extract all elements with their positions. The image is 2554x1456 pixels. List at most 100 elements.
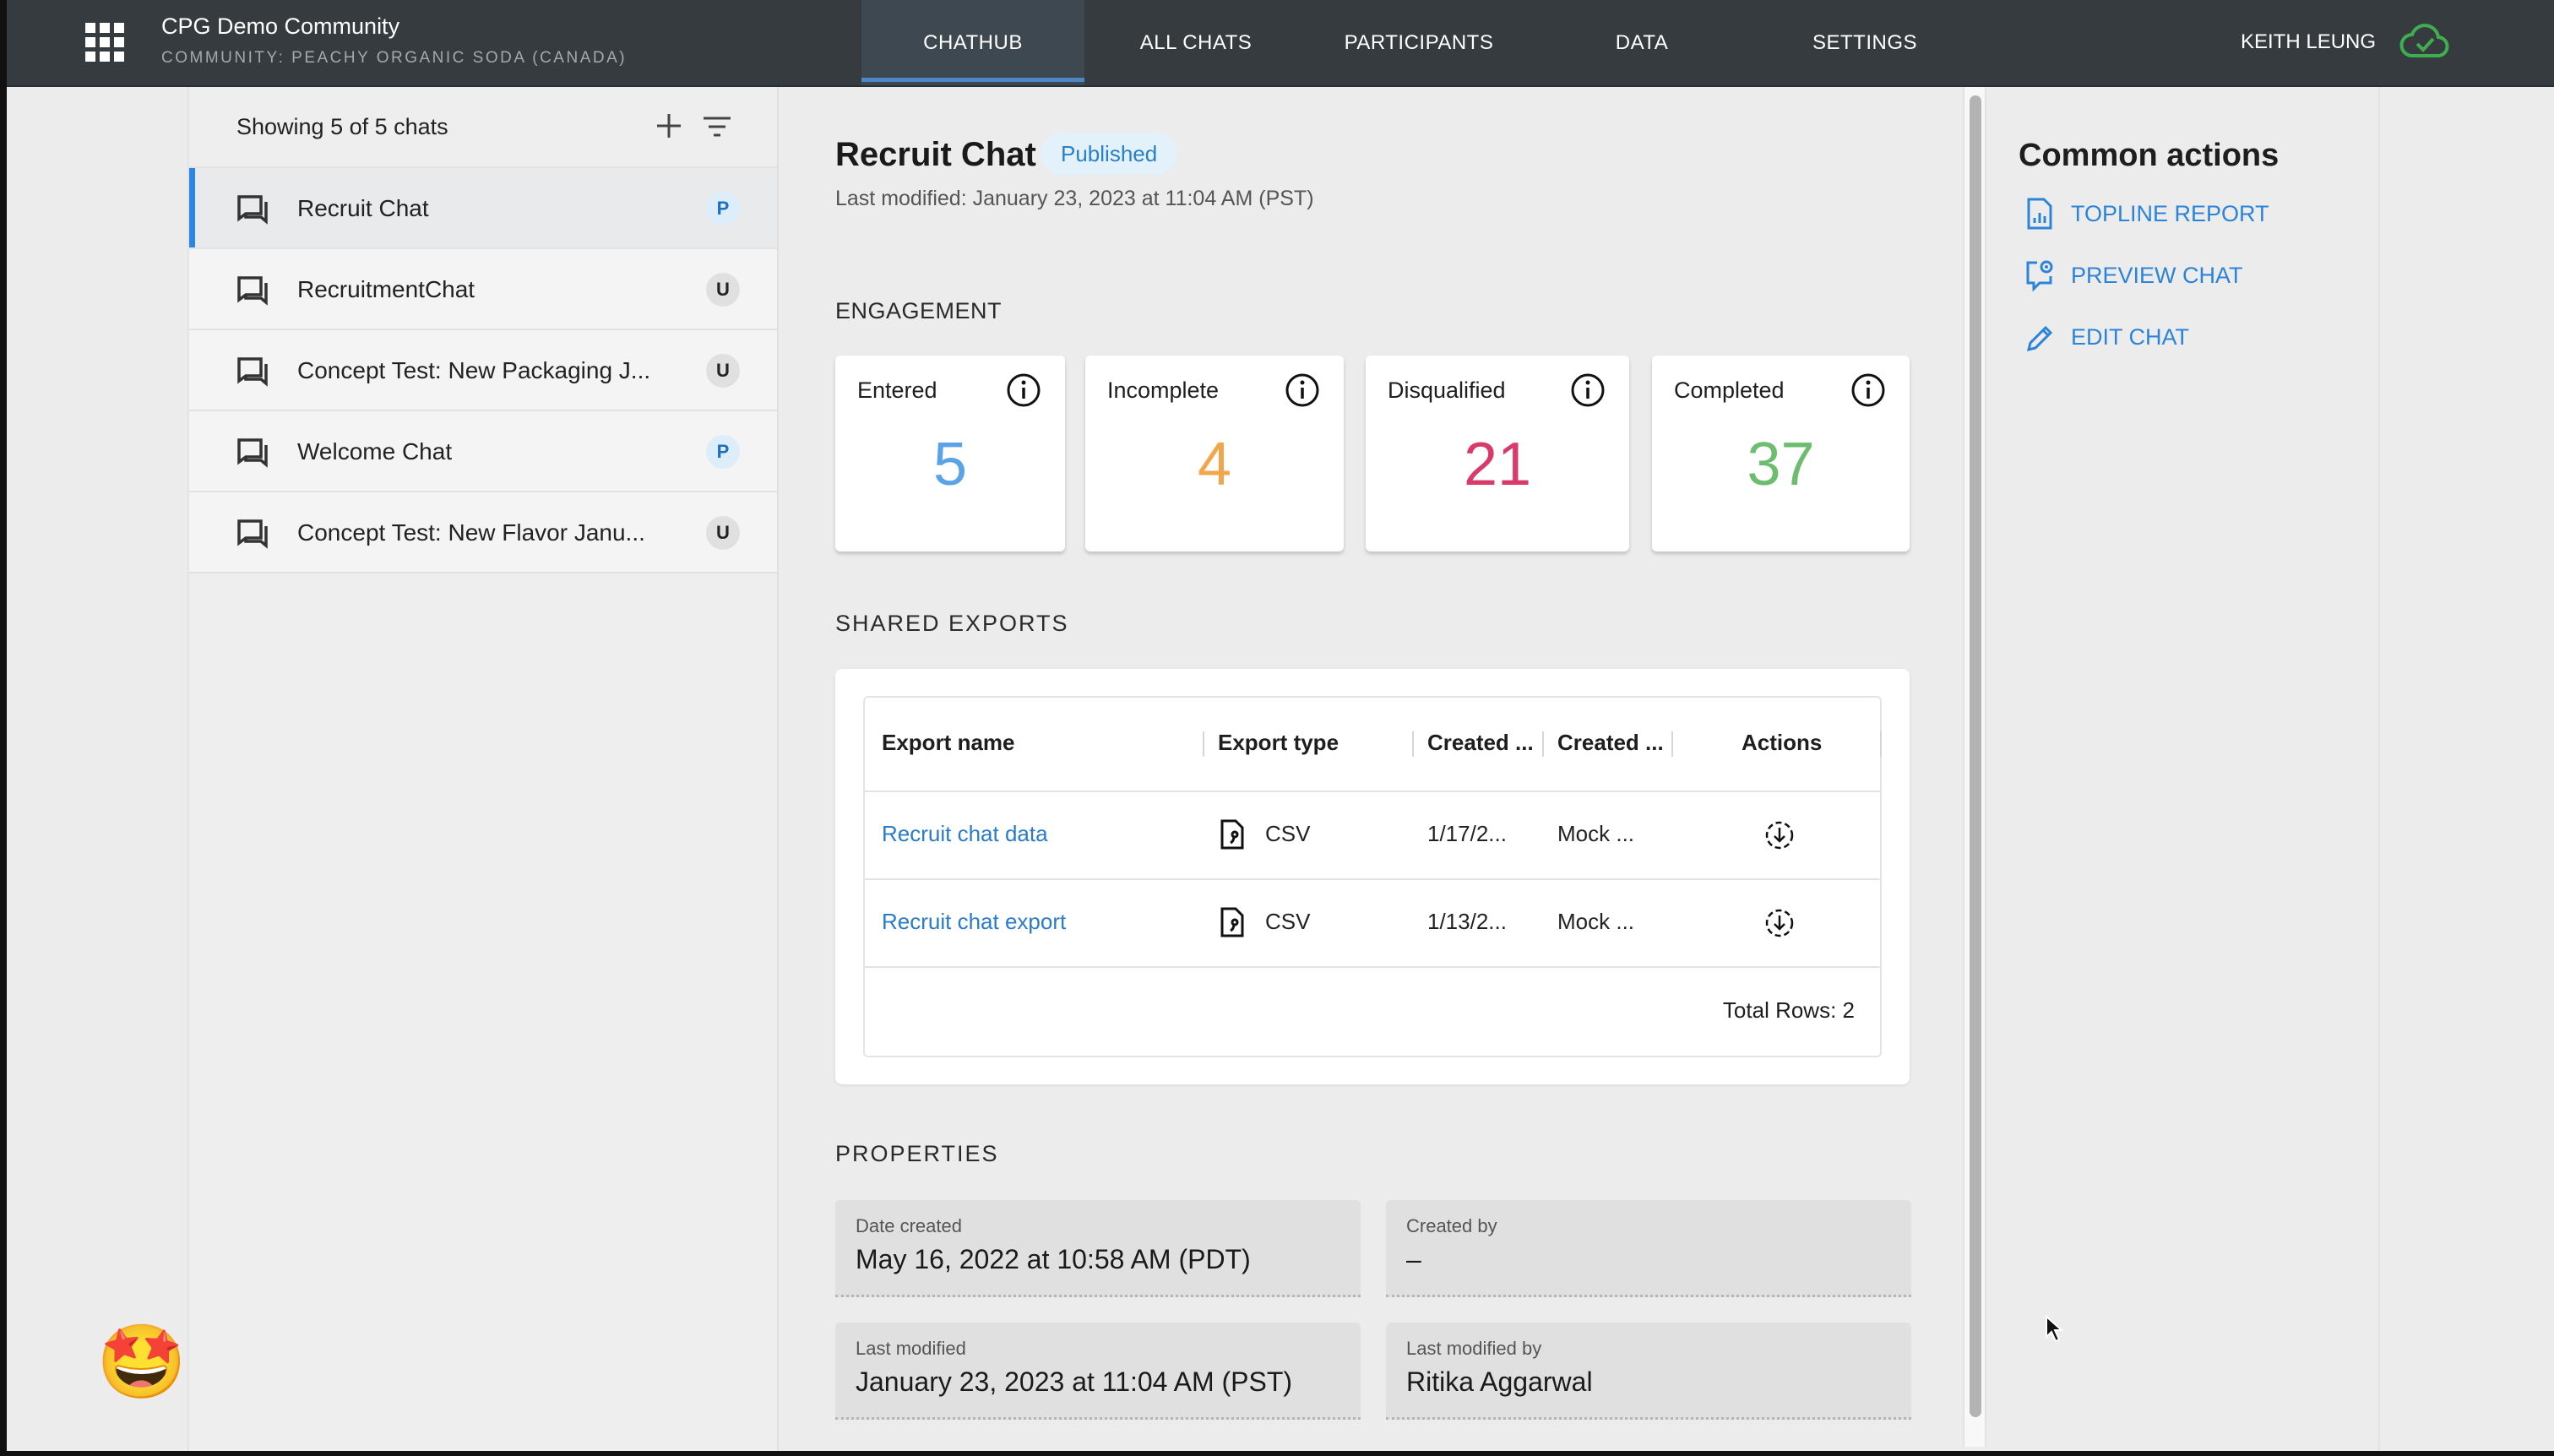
engagement-card-disqualified: Disqualified 21 (1366, 356, 1629, 551)
common-actions-panel: Common actions TOPLINE REPORT PREVIEW CH… (1986, 87, 2380, 1451)
properties-heading: PROPERTIES (835, 1141, 999, 1166)
report-icon (2027, 198, 2052, 230)
status-badge: P (706, 435, 740, 469)
action-label: PREVIEW CHAT (2071, 262, 2243, 288)
property-label: Last modified by (1406, 1338, 1542, 1359)
created-by: Mock ... (1557, 909, 1635, 934)
column-header-created-date[interactable]: Created ... (1427, 730, 1534, 756)
export-name-link[interactable]: Recruit chat data (882, 821, 1048, 847)
status-badge: U (706, 273, 740, 307)
property-label: Last modified (856, 1338, 966, 1359)
status-badge: U (706, 354, 740, 388)
last-modified-text: Last modified: January 23, 2023 at 11:04… (835, 187, 1314, 210)
mouse-cursor-icon (2046, 1315, 2063, 1343)
engagement-card-completed: Completed 37 (1652, 356, 1910, 551)
common-actions-title: Common actions (2019, 138, 2280, 173)
chat-list-item[interactable]: Welcome Chat P (189, 411, 777, 492)
property-value: January 23, 2023 at 11:04 AM (PST) (856, 1366, 1293, 1397)
plus-icon[interactable] (652, 109, 686, 143)
card-label: Incomplete (1107, 378, 1220, 403)
preview-chat-icon (2026, 260, 2053, 291)
engagement-cards: Entered 5 Incomplete 4 Disqualified 21 C… (835, 356, 1910, 551)
chat-list-item[interactable]: RecruitmentChat U (189, 249, 777, 330)
column-header-export-name[interactable]: Export name (882, 730, 1015, 756)
column-resizer[interactable] (1203, 731, 1204, 757)
chat-name: Recruit Chat (297, 195, 429, 221)
property-created-by: Created by – (1386, 1200, 1911, 1297)
chat-bubbles-icon (237, 276, 268, 306)
created-date: 1/17/2... (1427, 821, 1507, 846)
chat-bubbles-icon (237, 195, 268, 225)
property-label: Date created (856, 1215, 962, 1236)
shared-exports-heading: SHARED EXPORTS (835, 611, 1069, 636)
app-title: CPG Demo Community (161, 14, 400, 39)
apps-grid-icon[interactable] (85, 23, 124, 62)
tab-data[interactable]: DATA (1530, 0, 1753, 85)
created-by: Mock ... (1557, 821, 1635, 846)
user-menu[interactable]: KEITH LEUNG (2241, 30, 2376, 54)
card-label: Entered (857, 378, 937, 403)
main-scrollbar[interactable] (1963, 87, 1986, 1447)
tab-participants[interactable]: PARTICIPANTS (1307, 0, 1530, 85)
engagement-card-entered: Entered 5 (835, 356, 1065, 551)
chat-list-item[interactable]: Recruit Chat P (189, 168, 777, 249)
topline-report-button[interactable]: TOPLINE REPORT (2025, 198, 2269, 230)
property-value: Ritika Aggarwal (1406, 1366, 1593, 1397)
card-value: 4 (1197, 431, 1232, 498)
chat-list-sidebar: Showing 5 of 5 chats Recruit Chat P Recr… (187, 87, 779, 1451)
column-resizer[interactable] (1542, 731, 1544, 757)
chat-bubbles-icon (237, 438, 268, 468)
tab-all-chats[interactable]: ALL CHATS (1084, 0, 1307, 85)
column-resizer[interactable] (1880, 731, 1882, 757)
chat-name: RecruitmentChat (297, 276, 475, 302)
column-header-actions: Actions (1742, 730, 1823, 755)
preview-chat-button[interactable]: PREVIEW CHAT (2025, 259, 2243, 291)
property-value: – (1406, 1244, 1421, 1274)
export-type: CSV (1265, 909, 1311, 934)
filter-icon[interactable] (700, 112, 734, 141)
total-rows: Total Rows: 2 (1722, 997, 1855, 1023)
app-window: CPG Demo Community COMMUNITY: PEACHY ORG… (7, 0, 2554, 1451)
card-label: Disqualified (1388, 378, 1506, 403)
action-label: TOPLINE REPORT (2071, 200, 2269, 226)
tab-settings[interactable]: SETTINGS (1753, 0, 1976, 85)
tab-chathub[interactable]: CHATHUB (861, 0, 1084, 85)
column-resizer[interactable] (1412, 731, 1414, 757)
table-row: Recruit chat export CSV 1/13/2... Mock .… (865, 880, 1880, 968)
property-last-modified-by: Last modified by Ritika Aggarwal (1386, 1323, 1911, 1420)
chat-name: Concept Test: New Packaging J... (297, 357, 651, 383)
status-badge: Published (1041, 133, 1178, 175)
card-value: 21 (1463, 431, 1532, 498)
info-icon[interactable] (1006, 372, 1041, 408)
table-row: Recruit chat data CSV 1/17/2... Mock ... (865, 792, 1880, 880)
shared-exports-panel: Export name Export type Created ... Crea… (835, 669, 1910, 1084)
info-icon[interactable] (1570, 372, 1606, 408)
pencil-icon (2026, 325, 2053, 352)
edit-chat-button[interactable]: EDIT CHAT (2025, 321, 2189, 353)
card-value: 5 (932, 431, 968, 498)
property-date-created: Date created May 16, 2022 at 10:58 AM (P… (835, 1200, 1361, 1297)
download-icon[interactable] (1763, 819, 1796, 851)
chat-name: Concept Test: New Flavor Janu... (297, 519, 645, 546)
info-icon[interactable] (1850, 372, 1886, 408)
column-header-created-by[interactable]: Created ... (1557, 730, 1664, 756)
info-icon[interactable] (1285, 372, 1320, 408)
chat-bubbles-icon (237, 519, 268, 549)
chat-bubbles-icon (237, 357, 268, 387)
card-value: 37 (1747, 431, 1815, 498)
chat-list-item[interactable]: Concept Test: New Flavor Janu... U (189, 492, 777, 573)
chat-detail: Recruit Chat Published Last modified: Ja… (779, 87, 1970, 1451)
status-badge: P (706, 192, 740, 225)
export-name-link[interactable]: Recruit chat export (882, 909, 1066, 935)
column-resizer[interactable] (1671, 731, 1673, 757)
property-last-modified: Last modified January 23, 2023 at 11:04 … (835, 1323, 1361, 1420)
page-title: Recruit Chat (835, 136, 1036, 173)
chat-list-item[interactable]: Concept Test: New Packaging J... U (189, 330, 777, 411)
action-label: EDIT CHAT (2071, 323, 2190, 350)
star-struck-emoji-icon[interactable]: 🤩 (96, 1320, 187, 1404)
column-header-export-type[interactable]: Export type (1218, 730, 1339, 756)
scrollbar-thumb[interactable] (1970, 95, 1981, 1417)
table-header: Export name Export type Created ... Crea… (865, 698, 1882, 792)
card-label: Completed (1674, 378, 1785, 403)
download-icon[interactable] (1763, 907, 1796, 939)
